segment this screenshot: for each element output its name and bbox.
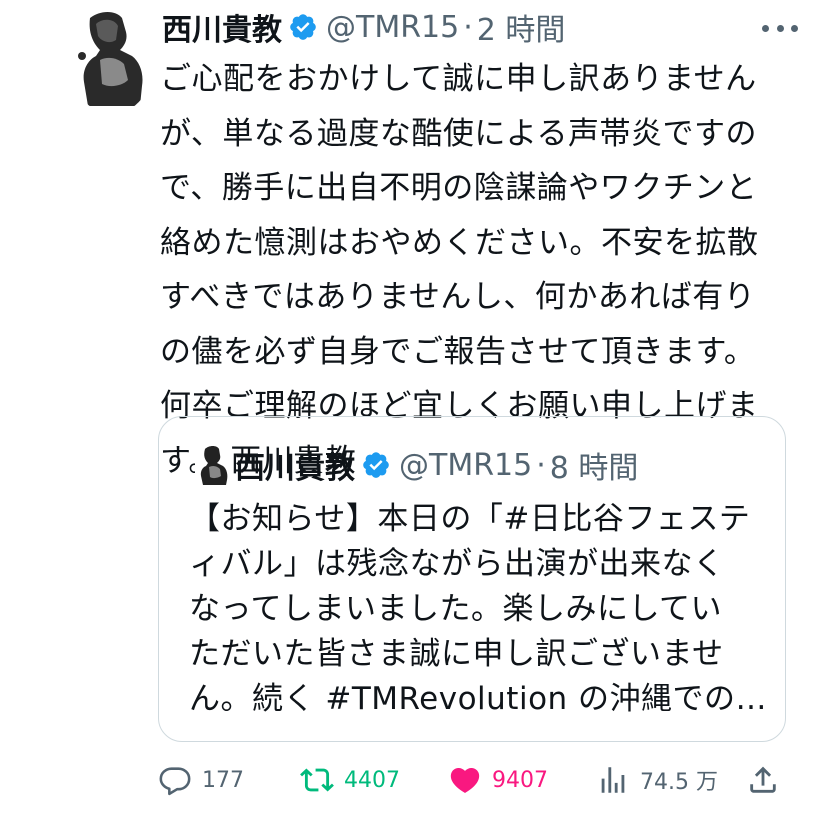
- quoted-text-line: 【お知らせ】本日の「#日比谷フェステ: [189, 501, 751, 537]
- like-button[interactable]: 9407: [448, 760, 548, 800]
- tweet-text-line: 絡めた憶測はおやめください。不安を拡散: [160, 224, 759, 261]
- retweet-count: 4407: [344, 767, 400, 793]
- quoted-tweet-card[interactable]: 西川貴教 @TMR15 · 8 時間 【お知らせ】本日の「#日比谷フェステ ィバ…: [158, 416, 786, 742]
- retweet-icon: [300, 763, 334, 797]
- views-icon: [596, 763, 630, 797]
- quoted-author-avatar[interactable]: [195, 445, 231, 485]
- reply-button[interactable]: 177: [158, 760, 244, 800]
- tweet-action-bar: 177 4407 9407 74.5 万: [158, 760, 788, 800]
- author-name[interactable]: 西川貴教: [162, 5, 282, 49]
- tweet-text-line: が、単なる過度な酷使による声帯炎ですの: [160, 115, 757, 152]
- quoted-tweet-header: 西川貴教 @TMR15 · 8 時間: [195, 443, 639, 487]
- verified-badge-icon[interactable]: [288, 12, 318, 42]
- separator-dot: ·: [536, 447, 546, 483]
- retweet-button[interactable]: 4407: [300, 760, 400, 800]
- like-count: 9407: [492, 767, 548, 793]
- share-icon: [746, 763, 780, 797]
- separator-dot: ·: [463, 9, 473, 45]
- quoted-text-line: ん。続く #TMRevolution の沖縄での…: [189, 681, 768, 717]
- more-dot: [762, 24, 769, 32]
- quoted-text-line: なってしまいました。楽しみにしてい: [189, 591, 723, 627]
- tweet-text-line: で、勝手に出自不明の陰謀論やワクチンと: [160, 170, 758, 206]
- quoted-author-name[interactable]: 西川貴教: [235, 443, 355, 487]
- quoted-text-line: ただいた皆さま誠に申し訳ございませ: [189, 636, 724, 672]
- tweet-text-line: ご心配をおかけして誠に申し訳ありません: [160, 61, 757, 97]
- reply-icon: [158, 763, 192, 797]
- tweet-timestamp[interactable]: 2 時間: [477, 5, 566, 49]
- more-dot: [791, 24, 798, 32]
- more-dot: [776, 24, 784, 32]
- tweet-text-line: すべきではありませんし、何かあれば有り: [160, 279, 756, 315]
- verified-badge-icon: [361, 450, 391, 480]
- more-options-icon[interactable]: [762, 18, 798, 38]
- quoted-tweet-timestamp: 8 時間: [549, 451, 639, 486]
- tweet-header: 西川貴教 @TMR15 · 2 時間: [162, 5, 566, 49]
- views-button[interactable]: 74.5 万: [596, 760, 718, 800]
- author-avatar[interactable]: [70, 10, 154, 114]
- quoted-tweet-text: 【お知らせ】本日の「#日比谷フェステ ィバル」は残念ながら出演が出来なく なって…: [189, 497, 769, 722]
- tweet-text-line: の儘を必ず自身でご報告させて頂きます。: [160, 333, 756, 370]
- share-button[interactable]: [746, 760, 780, 800]
- views-count: 74.5 万: [640, 770, 718, 795]
- avatar-photo: [70, 10, 154, 114]
- quoted-text-line: ィバル」は残念ながら出演が出来なく: [189, 546, 725, 582]
- quoted-author-handle: @TMR15: [399, 447, 533, 483]
- reply-count: 177: [202, 767, 244, 793]
- author-handle[interactable]: @TMR15: [326, 10, 459, 45]
- heart-icon: [448, 763, 482, 797]
